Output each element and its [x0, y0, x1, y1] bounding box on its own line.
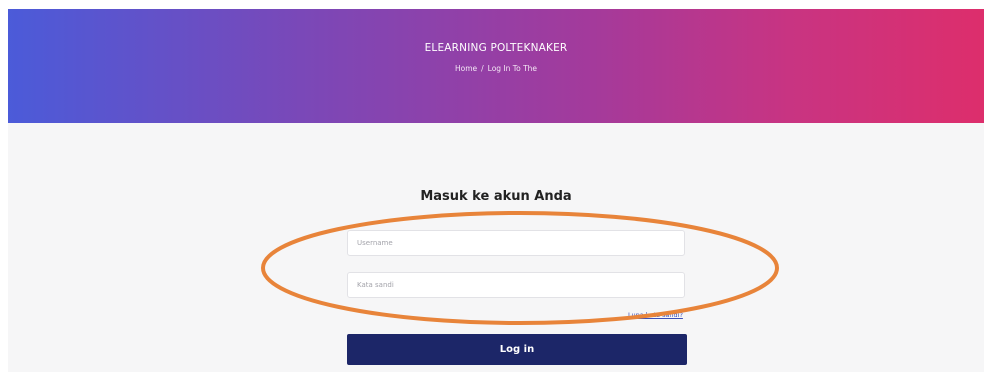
password-input[interactable] [347, 272, 685, 298]
breadcrumb-separator: / [481, 64, 484, 73]
breadcrumb-home-link[interactable]: Home [455, 64, 477, 73]
breadcrumb-current: Log In To The [487, 64, 538, 73]
login-form-title: Masuk ke akun Anda [420, 189, 572, 204]
page-header-banner: ELEARNING POLTEKNAKER Home / Log In To The [8, 9, 984, 123]
username-input[interactable] [347, 230, 685, 256]
breadcrumb: Home / Log In To The [8, 64, 984, 73]
login-button[interactable]: Log in [347, 334, 687, 365]
site-title: ELEARNING POLTEKNAKER [424, 42, 568, 54]
login-page: ELEARNING POLTEKNAKER Home / Log In To The… [0, 0, 984, 372]
login-content-area: Masuk ke akun Anda Lupa kata sandi? Log … [8, 123, 984, 372]
forgot-password-link[interactable]: Lupa kata sandi? [628, 311, 683, 319]
